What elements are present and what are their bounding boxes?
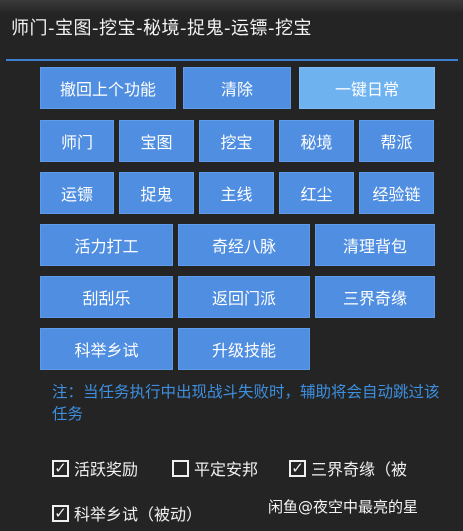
jingyanlian-button[interactable]: 经验链 bbox=[359, 172, 434, 214]
wabao-button[interactable]: 挖宝 bbox=[199, 120, 274, 162]
hongchen-button[interactable]: 红尘 bbox=[279, 172, 354, 214]
checkbox-checked-icon[interactable]: ✓ bbox=[52, 459, 69, 477]
shimen-button[interactable]: 师门 bbox=[40, 120, 114, 162]
checkbox-huoyue-jiangli[interactable]: ✓ 活跃奖励 bbox=[52, 456, 138, 480]
window-title: 师门-宝图-挖宝-秘境-捉鬼-运镖-挖宝 bbox=[11, 18, 312, 39]
zhuogui-button[interactable]: 捉鬼 bbox=[119, 172, 194, 214]
checkbox-sanjie-qiyuan[interactable]: ✓ 三界奇缘（被 bbox=[289, 456, 407, 480]
return-sect-button[interactable]: 返回门派 bbox=[178, 276, 310, 318]
checkbox-unchecked-icon[interactable] bbox=[172, 459, 189, 477]
checkbox-label: 科举乡试（被动） bbox=[74, 505, 203, 524]
checkbox-label: 活跃奖励 bbox=[74, 460, 139, 479]
checkbox-label: 三界奇缘（被 bbox=[311, 460, 408, 479]
zhuxian-button[interactable]: 主线 bbox=[199, 172, 274, 214]
scratch-card-button[interactable]: 刮刮乐 bbox=[40, 276, 173, 318]
checkbox-checked-icon[interactable]: ✓ bbox=[289, 459, 306, 477]
checkbox-label: 平定安邦 bbox=[194, 460, 259, 479]
mijing-button[interactable]: 秘境 bbox=[279, 120, 354, 162]
qijing-bamai-button[interactable]: 奇经八脉 bbox=[178, 224, 310, 266]
sanjie-qiyuan-button[interactable]: 三界奇缘 bbox=[315, 276, 435, 318]
yunbiao-button[interactable]: 运镖 bbox=[40, 172, 114, 214]
clean-bag-button[interactable]: 清理背包 bbox=[315, 224, 435, 266]
title-divider bbox=[6, 59, 458, 61]
watermark-text: 闲鱼@夜空中最亮的星 bbox=[268, 498, 419, 516]
keju-xiangshi-button[interactable]: 科举乡试 bbox=[40, 328, 173, 370]
battle-fail-note: 注：当任务执行中出现战斗失败时，辅助将会自动跳过该任务 bbox=[52, 383, 440, 423]
checkbox-keju-xiangshi[interactable]: ✓ 科举乡试（被动） bbox=[52, 501, 202, 525]
undo-last-function-button[interactable]: 撤回上个功能 bbox=[40, 67, 176, 109]
bangpai-button[interactable]: 帮派 bbox=[359, 120, 434, 162]
checkbox-pingding-anbang[interactable]: 平定安邦 bbox=[172, 456, 258, 480]
one-click-daily-button[interactable]: 一键日常 bbox=[299, 67, 435, 109]
checkbox-checked-icon[interactable]: ✓ bbox=[52, 504, 69, 522]
baotu-button[interactable]: 宝图 bbox=[119, 120, 194, 162]
clear-button[interactable]: 清除 bbox=[183, 67, 291, 109]
huoli-dagong-button[interactable]: 活力打工 bbox=[40, 224, 173, 266]
upgrade-skills-button[interactable]: 升级技能 bbox=[178, 328, 310, 370]
top-fade bbox=[0, 0, 463, 14]
